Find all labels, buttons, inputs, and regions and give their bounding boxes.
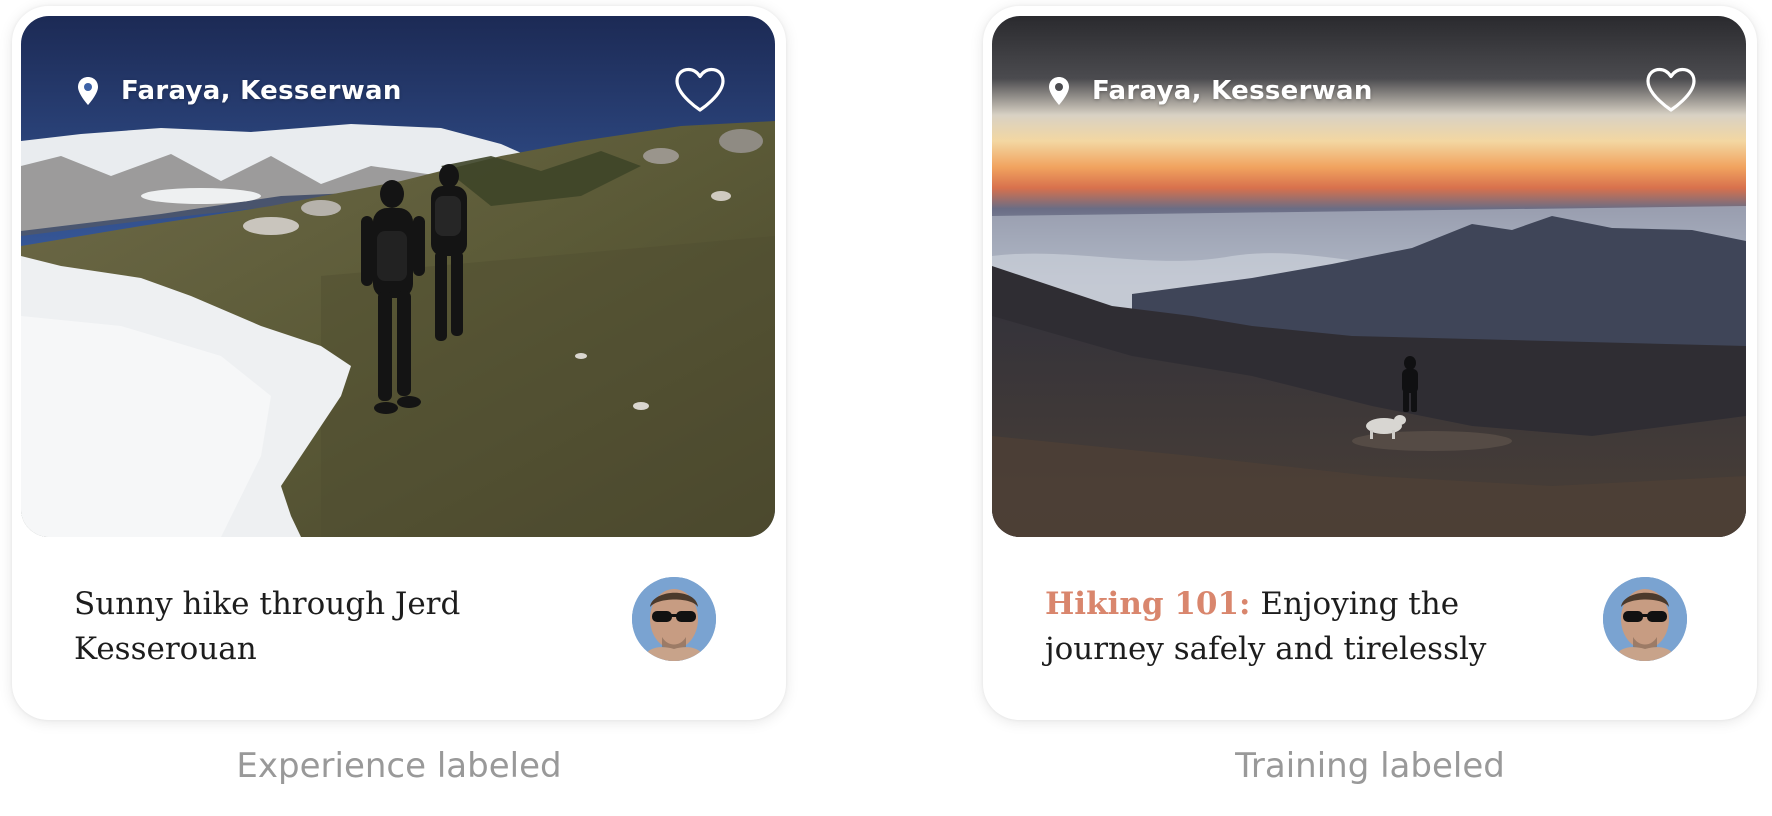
- location-label: Faraya, Kesserwan: [75, 76, 402, 106]
- map-pin-icon: [1049, 77, 1069, 105]
- location-text: Faraya, Kesserwan: [121, 76, 402, 106]
- heart-outline-icon: [1646, 67, 1696, 112]
- author-avatar[interactable]: [1603, 577, 1687, 661]
- map-pin-icon: [78, 77, 98, 105]
- card-title[interactable]: Sunny hike through Jerd Kesserouan: [74, 582, 594, 672]
- card-title[interactable]: Hiking 101: Enjoying the journey safely …: [1045, 582, 1565, 672]
- avatar-image: [1603, 577, 1687, 661]
- training-card[interactable]: Faraya, Kesserwan Hiking 101: Enjoying t…: [983, 6, 1757, 720]
- card-photo: Faraya, Kesserwan: [992, 16, 1746, 537]
- experience-card[interactable]: Faraya, Kesserwan Sunny hike through Jer…: [12, 6, 786, 720]
- favorite-button[interactable]: [673, 66, 727, 114]
- favorite-button[interactable]: [1644, 66, 1698, 114]
- title-text: Sunny hike through Jerd Kesserouan: [74, 586, 461, 667]
- card-type-caption: Training labeled: [1235, 746, 1505, 786]
- avatar-image: [632, 577, 716, 661]
- card-type-caption: Experience labeled: [236, 746, 562, 786]
- heart-outline-icon: [675, 67, 725, 112]
- location-label: Faraya, Kesserwan: [1046, 76, 1373, 106]
- author-avatar[interactable]: [632, 577, 716, 661]
- card-photo: Faraya, Kesserwan: [21, 16, 775, 537]
- location-text: Faraya, Kesserwan: [1092, 76, 1373, 106]
- title-accent: Hiking 101:: [1045, 586, 1251, 622]
